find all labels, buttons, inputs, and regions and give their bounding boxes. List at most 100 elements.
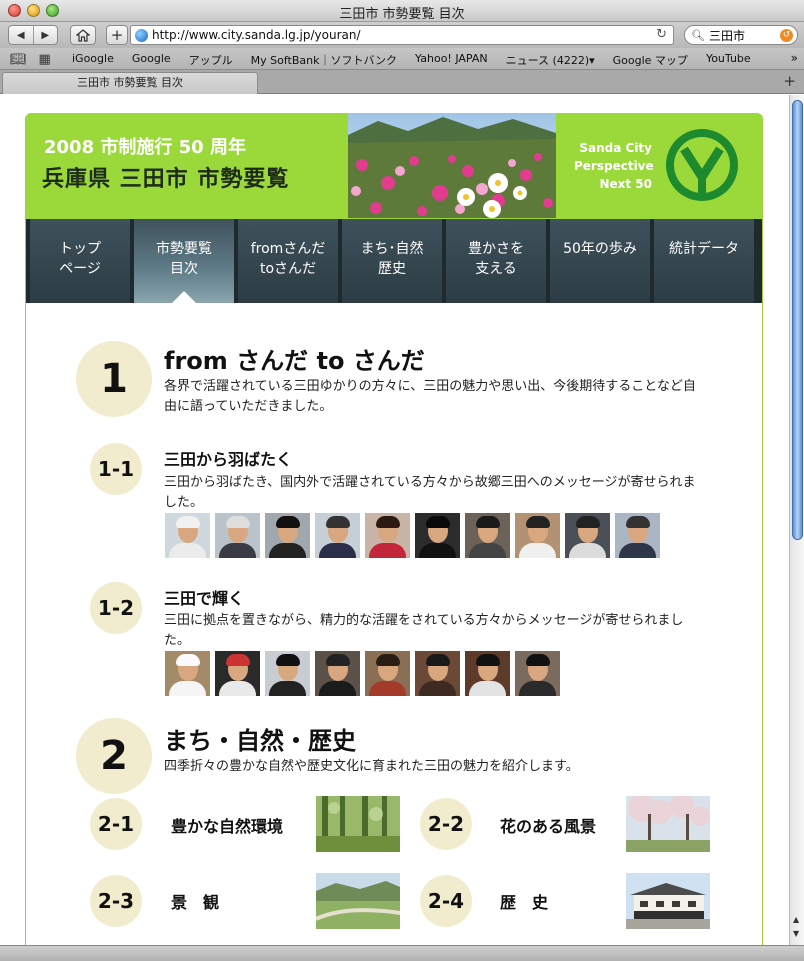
subsection-title-link[interactable]: 花のある風景 [500,813,596,837]
grid-icon[interactable]: ▦ [39,52,51,67]
portrait-thumbnail[interactable] [215,651,260,696]
section-title-link[interactable]: from さんだ to さんだ [164,341,425,376]
home-button[interactable] [70,25,96,45]
subsection-number: 2-3 [90,875,142,927]
subsection-title-link[interactable]: 歴 史 [500,889,548,913]
subsection-title-link[interactable]: 三田で輝く [164,585,244,609]
subsection-description: 三田に拠点を置きながら、精力的な活躍をされている方々からメッセージが寄せられまし… [164,613,684,648]
cherry-blossom-photo[interactable] [626,796,710,852]
portrait-thumbnail[interactable] [315,651,360,696]
tagline-line: Perspective [574,159,654,173]
section-number: 2 [76,718,152,794]
clear-search-icon[interactable]: ↺ [780,29,793,42]
nav-town-nature-history[interactable]: まち･自然歴史 [342,219,442,303]
global-nav: トップページ 市勢要覧 目次 fromさんだ toさんだ まち･自然歴史 豊かさを支… [26,219,762,303]
nav-line: 50年の歩み [563,241,637,257]
cosmos-field-photo [348,113,556,218]
tagline-line: Next 50 [599,177,652,191]
tagline-line: Sanda City [579,141,652,155]
portrait-thumbnail[interactable] [515,651,560,696]
nav-line: toさんだ [259,261,317,277]
portrait-thumbnail[interactable] [315,513,360,558]
subsection-number: 2-1 [90,798,142,850]
portrait-thumbnail[interactable] [265,651,310,696]
nav-line: ページ [59,261,101,277]
nav-from-sanda[interactable]: fromさんだ toさんだ [238,219,338,303]
back-arrow-icon[interactable]: ◀ [9,30,33,41]
new-tab-icon[interactable]: + [783,72,796,90]
forward-arrow-icon[interactable]: ▶ [34,30,58,41]
site-title: 兵庫県 三田市 市勢要覧 [42,167,290,192]
plus-icon: + [110,26,124,44]
portrait-thumbnail[interactable] [415,651,460,696]
forest-photo[interactable] [316,796,400,852]
search-icon: 🔍︎ [691,28,705,42]
contents-main: 1 from さんだ to さんだ 各界で活躍されている三田ゆかりの方々に、三田… [26,303,762,945]
nav-50-years[interactable]: 50年の歩み [550,219,650,303]
scroll-up-icon[interactable]: ▲ [793,915,799,924]
browser-toolbar: ◀ ▶ + http://www.city.sanda.lg.jp/youran… [0,22,804,48]
add-bookmark-button[interactable]: + [106,25,128,45]
open-book-icon[interactable]: 📖︎ [10,52,27,67]
bookmark-item[interactable]: Google マップ [613,52,688,68]
portrait-thumbnail[interactable] [515,513,560,558]
search-value: 三田市 [708,28,745,43]
window-titlebar: 三田市 市勢要覧 目次 [0,0,804,22]
portrait-thumbnail[interactable] [415,513,460,558]
bookmark-item[interactable]: Google [132,52,171,68]
nav-contents[interactable]: 市勢要覧 目次 [134,219,234,303]
bookmark-item[interactable]: My SoftBank｜ソフトバンク [251,52,397,68]
portrait-thumbnail[interactable] [465,651,510,696]
vertical-scrollbar[interactable]: ▲ ▼ [789,95,804,945]
url-text: http://www.city.sanda.lg.jp/youran/ [152,28,361,42]
nav-top-page[interactable]: トップ ページ [30,219,130,303]
bookmark-item[interactable]: YouTube [706,52,751,68]
nav-line: トップ [59,241,101,257]
more-bookmarks-icon[interactable]: » [791,51,798,65]
historic-house-photo[interactable] [626,873,710,929]
bookmark-item[interactable]: Yahoo! JAPAN [415,52,488,68]
nav-line: 豊かさを [468,241,524,257]
bookmark-item[interactable]: iGoogle [72,52,114,68]
search-input[interactable]: 🔍︎ 三田市 ↺ [684,25,798,45]
nav-line: 歴史 [378,261,406,277]
bookmark-list: iGoogle Google アップル My SoftBank｜ソフトバンク Y… [72,52,769,68]
bookmarks-bar: 📖︎ ▦ iGoogle Google アップル My SoftBank｜ソフト… [0,48,804,70]
scroll-down-icon[interactable]: ▼ [793,929,799,938]
portrait-thumbnail[interactable] [465,513,510,558]
bookmark-item[interactable]: アップル [189,52,233,68]
address-bar[interactable]: http://www.city.sanda.lg.jp/youran/ ↻ [130,25,674,45]
nav-line: まち･自然 [360,241,424,257]
tab-bar: 三田市 市勢要覧 目次 + [0,70,804,94]
portrait-thumbnail[interactable] [165,513,210,558]
tab-current[interactable]: 三田市 市勢要覧 目次 [2,72,258,94]
window-title: 三田市 市勢要覧 目次 [339,7,465,22]
bookmark-item[interactable]: ニュース (4222)▾ [506,52,595,68]
subsection-title-link[interactable]: 豊かな自然環境 [171,813,283,837]
portrait-thumbnail[interactable] [215,513,260,558]
subsection-title-link[interactable]: 景 観 [171,889,219,913]
subsection-number: 1-1 [90,443,142,495]
portrait-thumbnail[interactable] [615,513,660,558]
scrollbar-thumb[interactable] [792,100,803,540]
portrait-thumbnails [165,651,560,696]
tagline: Sanda City Perspective Next 50 [574,139,654,193]
subsection-number: 1-2 [90,582,142,634]
landscape-photo[interactable] [316,873,400,929]
section-title-link[interactable]: まち・自然・歴史 [164,721,356,756]
home-icon [76,28,90,42]
nav-statistics[interactable]: 統計データ [654,219,754,303]
portrait-thumbnail[interactable] [365,651,410,696]
reload-icon[interactable]: ↻ [656,27,667,42]
nav-line: 支える [475,261,517,277]
section-description: 各界で活躍されている三田ゆかりの方々に、三田の魅力や思い出、今後期待することなど… [164,379,696,414]
portrait-thumbnail[interactable] [165,651,210,696]
portrait-thumbnail[interactable] [265,513,310,558]
site-container: 2008 市制施行 50 周年 兵庫県 三田市 市勢要覧 Sanda City … [25,113,763,945]
subsection-title-link[interactable]: 三田から羽ばたく [164,446,292,470]
portrait-thumbnail[interactable] [565,513,610,558]
portrait-thumbnails [165,513,660,558]
subsection-number: 2-2 [420,798,472,850]
portrait-thumbnail[interactable] [365,513,410,558]
nav-support-richness[interactable]: 豊かさを 支える [446,219,546,303]
